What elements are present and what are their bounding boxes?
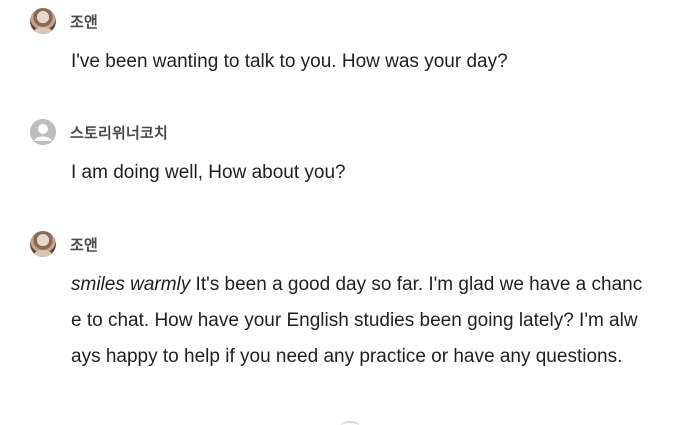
avatar[interactable] xyxy=(30,8,56,34)
author-name: 조앤 xyxy=(70,13,99,31)
avatar-photo-detail xyxy=(33,250,53,257)
message-action-text: smiles warmly xyxy=(71,274,191,295)
message-header: 스토리위너코치 xyxy=(30,119,673,145)
message-header: 조앤 xyxy=(30,8,673,34)
chat-message: 스토리위너코치 I am doing well, How about you? xyxy=(30,119,673,191)
chat-message: 조앤 I've been wanting to talk to you. How… xyxy=(30,8,673,80)
author-name: 조앤 xyxy=(70,236,99,254)
chat-message: 조앤 smiles warmly It's been a good day so… xyxy=(30,231,673,375)
message-text: I've been wanting to talk to you. How wa… xyxy=(71,51,508,72)
author-name: 스토리위너코치 xyxy=(70,124,169,142)
message-text: smiles warmly It's been a good day so fa… xyxy=(71,267,647,375)
person-silhouette-icon xyxy=(30,119,56,145)
message-header: 조앤 xyxy=(30,231,673,257)
avatar-photo-detail xyxy=(33,27,53,34)
message-text: I am doing well, How about you? xyxy=(71,162,346,183)
avatar[interactable] xyxy=(30,231,56,257)
scroll-indicator[interactable] xyxy=(340,421,360,425)
default-person-icon[interactable] xyxy=(30,119,56,145)
